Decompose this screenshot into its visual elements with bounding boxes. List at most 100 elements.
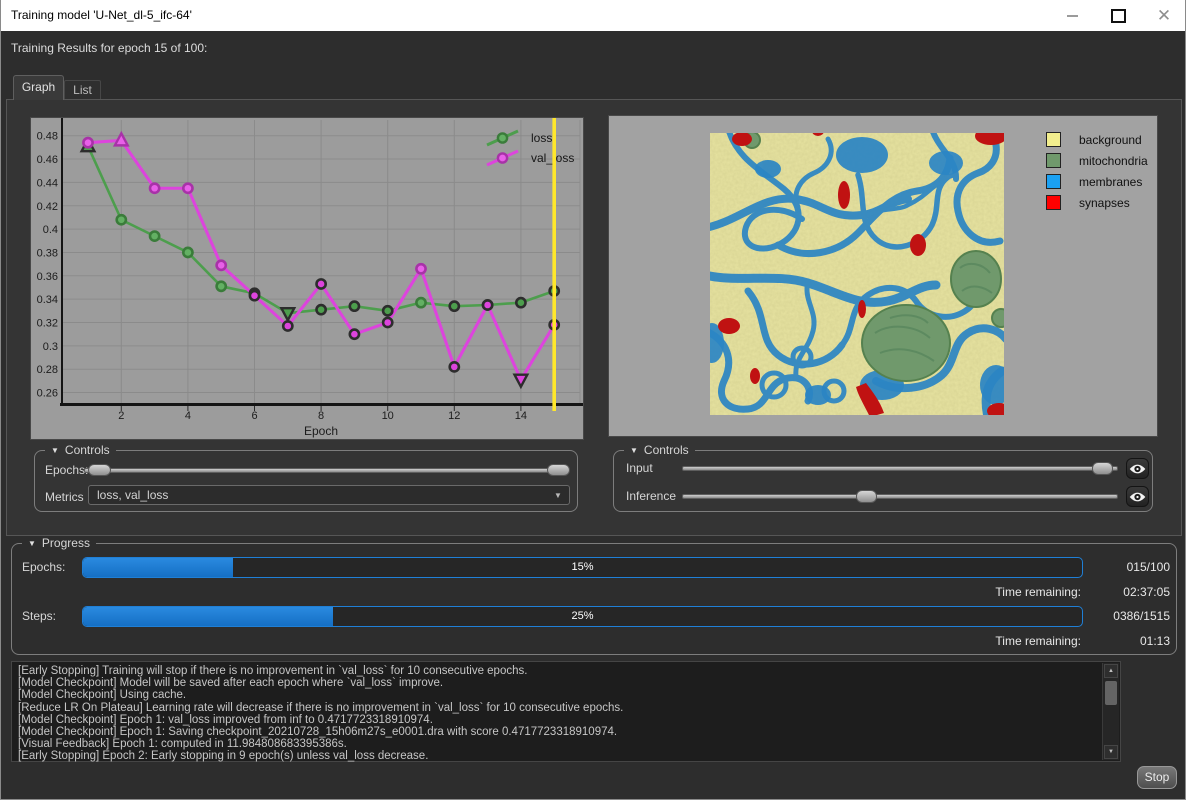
membranes-swatch: [1046, 174, 1061, 189]
legend-item-membranes: membranes: [1046, 171, 1148, 192]
svg-text:10: 10: [382, 410, 394, 422]
metrics-dropdown[interactable]: loss, val_loss ▼: [88, 485, 570, 505]
mitochondria-swatch: [1046, 153, 1061, 168]
chart-controls-group: ▼ Controls Epochs: Metrics loss, val_los…: [34, 450, 578, 512]
steps-time-remaining-value: 01:13: [1140, 634, 1170, 648]
minimize-button[interactable]: [1049, 0, 1095, 31]
inference-visibility-button[interactable]: [1126, 486, 1149, 507]
segmentation-image: [710, 133, 1004, 415]
arrow-down-icon: ▼: [1108, 749, 1114, 755]
svg-text:12: 12: [448, 410, 460, 422]
svg-text:0.38: 0.38: [37, 247, 58, 259]
inference-slider-handle[interactable]: [856, 490, 877, 503]
segmentation-legend: background mitochondria membranes synaps…: [1046, 129, 1148, 213]
epochs-progress-count: 015/100: [1127, 560, 1170, 574]
titlebar: Training model 'U-Net_dl-5_ifc-64' ✕: [1, 0, 1185, 31]
log-line: [Visual Feedback] Epoch 1: computed in 1…: [18, 738, 1100, 750]
epochs-slider-max-handle[interactable]: [547, 464, 570, 476]
svg-text:0.42: 0.42: [37, 201, 58, 213]
results-subtitle: Training Results for epoch 15 of 100:: [11, 41, 207, 55]
image-controls-header[interactable]: ▼ Controls: [624, 443, 695, 457]
svg-text:2: 2: [118, 410, 124, 422]
log-line: [Model Checkpoint] Using cache.: [18, 689, 1100, 701]
log-output: [Early Stopping] Training will stop if t…: [18, 665, 1100, 763]
scroll-down-button[interactable]: ▼: [1104, 745, 1118, 759]
close-button[interactable]: ✕: [1141, 0, 1186, 31]
svg-text:0.26: 0.26: [37, 388, 58, 400]
epochs-range-slider[interactable]: [84, 468, 562, 473]
scrollbar-thumb[interactable]: [1105, 681, 1117, 705]
epochs-slider-min-handle[interactable]: [88, 464, 111, 476]
scroll-up-button[interactable]: ▲: [1104, 664, 1118, 678]
legend-item-synapses: synapses: [1046, 192, 1148, 213]
steps-progress-bar: 25%: [82, 606, 1083, 627]
log-line: [Early Stopping] Epoch 2: Early stopping…: [18, 750, 1100, 762]
maximize-icon: [1111, 9, 1126, 23]
chart-controls-header[interactable]: ▼ Controls: [45, 443, 116, 457]
eye-icon: [1129, 463, 1146, 475]
svg-text:0.36: 0.36: [37, 271, 58, 283]
image-controls-group: ▼ Controls Input Inference: [613, 450, 1153, 512]
svg-text:Epoch: Epoch: [304, 424, 338, 438]
svg-text:0.44: 0.44: [37, 177, 58, 189]
training-chart-svg: 0.480.460.440.420.40.380.360.340.320.30.…: [31, 118, 583, 439]
epochs-progress-label: Epochs:: [22, 560, 65, 574]
collapse-arrow-icon: ▼: [51, 446, 59, 455]
stop-button[interactable]: Stop: [1137, 766, 1177, 789]
inference-panel: background mitochondria membranes synaps…: [608, 115, 1158, 437]
training-log: [Early Stopping] Training will stop if t…: [11, 661, 1121, 762]
svg-text:6: 6: [251, 410, 257, 422]
svg-text:8: 8: [318, 410, 324, 422]
arrow-up-icon: ▲: [1108, 668, 1114, 674]
epochs-time-remaining-value: 02:37:05: [1123, 585, 1170, 599]
epochs-slider-label: Epochs:: [45, 463, 88, 477]
window-title: Training model 'U-Net_dl-5_ifc-64': [11, 0, 192, 31]
steps-progress-percent: 25%: [83, 607, 1082, 626]
svg-text:loss: loss: [531, 131, 552, 145]
inference-slider-label: Inference: [626, 489, 676, 503]
log-line: [Early Stopping] Training will stop if t…: [18, 665, 1100, 677]
svg-text:0.34: 0.34: [37, 294, 58, 306]
log-line: [Model Checkpoint] Model will be saved a…: [18, 677, 1100, 689]
background-swatch: [1046, 132, 1061, 147]
maximize-button[interactable]: [1095, 0, 1141, 31]
tab-list[interactable]: List: [64, 80, 101, 99]
svg-text:14: 14: [515, 410, 527, 422]
svg-text:0.48: 0.48: [37, 131, 58, 143]
log-line: [Model Checkpoint] Epoch 1: Saving check…: [18, 726, 1100, 738]
synapses-swatch: [1046, 195, 1061, 210]
svg-text:0.46: 0.46: [37, 154, 58, 166]
epochs-time-remaining-label: Time remaining:: [995, 585, 1081, 599]
svg-text:4: 4: [185, 410, 191, 422]
svg-text:0.4: 0.4: [43, 224, 58, 236]
metrics-dropdown-value: loss, val_loss: [89, 488, 547, 502]
inference-opacity-slider[interactable]: [682, 494, 1118, 499]
svg-text:0.28: 0.28: [37, 364, 58, 376]
training-window: Training model 'U-Net_dl-5_ifc-64' ✕ Tra…: [0, 0, 1186, 800]
input-visibility-button[interactable]: [1126, 458, 1149, 479]
steps-progress-count: 0386/1515: [1113, 609, 1170, 623]
progress-group: ▼ Progress Epochs: 15% 015/100 Time rema…: [11, 543, 1177, 655]
epochs-progress-percent: 15%: [83, 558, 1082, 577]
close-icon: ✕: [1157, 7, 1171, 24]
minimize-icon: [1067, 15, 1078, 17]
log-scrollbar[interactable]: ▲ ▼: [1102, 663, 1119, 760]
legend-label: synapses: [1079, 196, 1130, 210]
collapse-arrow-icon: ▼: [630, 446, 638, 455]
steps-progress-label: Steps:: [22, 609, 56, 623]
steps-time-remaining-label: Time remaining:: [995, 634, 1081, 648]
legend-label: mitochondria: [1079, 154, 1148, 168]
progress-header[interactable]: ▼ Progress: [22, 536, 96, 550]
eye-icon: [1129, 491, 1146, 503]
input-slider-label: Input: [626, 461, 653, 475]
input-opacity-slider[interactable]: [682, 466, 1118, 471]
svg-text:0.32: 0.32: [37, 318, 58, 330]
legend-item-mitochondria: mitochondria: [1046, 150, 1148, 171]
loss-chart-panel: 0.480.460.440.420.40.380.360.340.320.30.…: [30, 117, 584, 440]
collapse-arrow-icon: ▼: [28, 539, 36, 548]
legend-item-background: background: [1046, 129, 1148, 150]
input-slider-handle[interactable]: [1092, 462, 1113, 475]
tab-graph[interactable]: Graph: [13, 75, 64, 100]
legend-label: membranes: [1079, 175, 1142, 189]
log-line: [Reduce LR On Plateau] Learning rate wil…: [18, 702, 1100, 714]
